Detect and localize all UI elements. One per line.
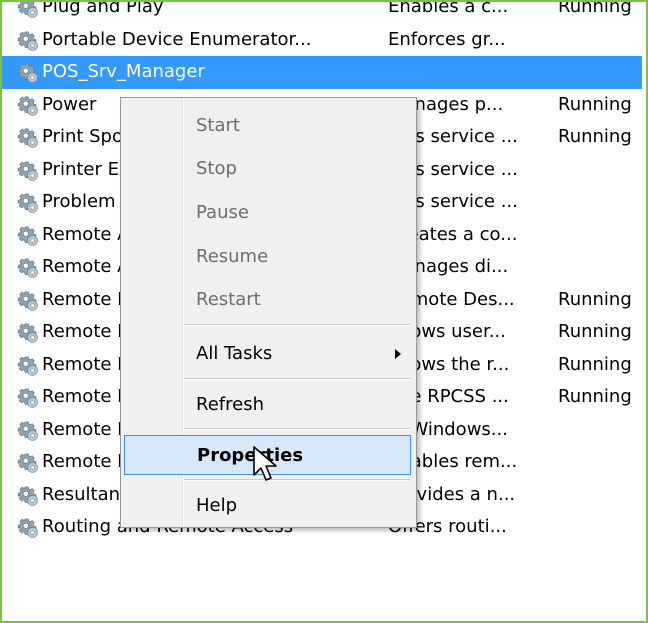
gear-icon [17, 257, 39, 279]
gear-icon [17, 355, 39, 377]
service-status: Running [558, 0, 632, 17]
menu-item-resume[interactable]: Resume [124, 237, 411, 277]
service-row[interactable]: Plug and Play Enables a c... Running [2, 0, 642, 24]
service-description: Enables a c... [388, 0, 509, 17]
menu-separator [184, 324, 410, 326]
menu-item-refresh[interactable]: Refresh [124, 385, 411, 425]
service-description: Enforces gr... [388, 28, 506, 50]
menu-item-stop-label: Stop [196, 158, 237, 179]
menu-item-help[interactable]: Help [124, 486, 411, 526]
gear-icon [17, 2, 39, 19]
service-name: Plug and Play [42, 0, 164, 17]
service-status: Running [558, 126, 632, 147]
menu-item-all-tasks[interactable]: All Tasks [124, 334, 411, 374]
menu-item-resume-label: Resume [196, 246, 269, 267]
menu-separator [184, 378, 410, 380]
service-row[interactable]: POS_Srv_Manager [2, 56, 642, 89]
gear-icon [17, 225, 39, 247]
gear-icon [17, 517, 39, 539]
gear-icon [17, 420, 39, 442]
menu-item-all-tasks-label: All Tasks [196, 343, 273, 364]
menu-item-refresh-label: Refresh [196, 394, 264, 415]
gear-icon [17, 387, 39, 409]
service-status: Running [558, 386, 632, 407]
gear-icon [17, 62, 39, 84]
menu-item-restart[interactable]: Restart [124, 280, 411, 320]
chevron-right-icon [395, 349, 401, 359]
menu-item-start[interactable]: Start [124, 106, 411, 146]
menu-item-pause-label: Pause [196, 202, 249, 223]
menu-separator [184, 479, 410, 481]
mouse-cursor-icon [253, 446, 277, 481]
gear-icon [17, 95, 39, 117]
gear-icon [17, 452, 39, 474]
menu-item-help-label: Help [196, 495, 238, 516]
gear-icon [17, 322, 39, 344]
service-status: Running [558, 353, 632, 375]
menu-item-pause[interactable]: Pause [124, 193, 411, 233]
service-status: Running [558, 288, 632, 310]
menu-item-restart-label: Restart [196, 289, 261, 310]
menu-item-stop[interactable]: Stop [124, 149, 411, 189]
gear-icon [17, 192, 39, 214]
gear-icon [17, 485, 39, 507]
service-status: Running [558, 321, 632, 342]
service-row[interactable]: Portable Device Enumerator... Enforces gr… [2, 24, 642, 57]
service-status: Running [558, 93, 632, 115]
gear-icon [17, 160, 39, 182]
gear-icon [17, 127, 39, 149]
menu-item-properties-label: Properties [197, 445, 304, 466]
service-name: POS_Srv_Manager [42, 61, 205, 82]
menu-separator [184, 428, 410, 430]
gear-icon [17, 30, 39, 52]
service-name: Portable Device Enumerator... [42, 28, 312, 50]
menu-item-start-label: Start [196, 115, 240, 136]
gear-icon [17, 290, 39, 312]
